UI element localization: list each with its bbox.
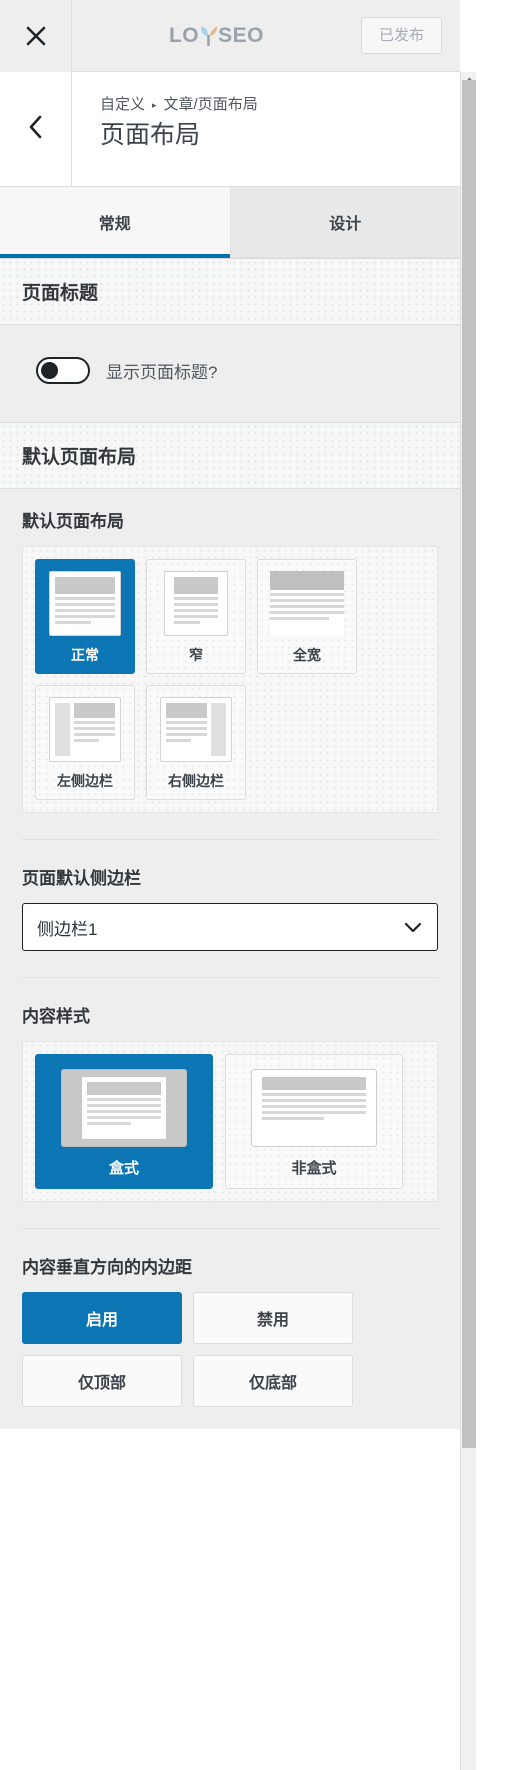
- layout-option-label: 窄: [189, 647, 203, 663]
- layout-thumb-fullwidth: [270, 571, 344, 636]
- tab-general[interactable]: 常规: [0, 187, 230, 258]
- padding-option-top-only[interactable]: 仅顶部: [22, 1355, 182, 1407]
- content-style-option-boxed[interactable]: 盒式: [35, 1054, 213, 1189]
- customizer-panel: LO SEO 已发布 自定义 ▸ 文章/页面布局 页面布局 常规 设计 页面标题…: [0, 0, 520, 1770]
- field-label-content-style: 内容样式: [22, 1007, 90, 1026]
- layout-thumb-right-sidebar: [160, 697, 232, 762]
- content-style-option-group: 盒式 非盒式: [22, 1041, 438, 1202]
- divider: [22, 977, 438, 978]
- layout-option-label: 正常: [71, 647, 99, 663]
- page-sidebar-select-wrap: 侧边栏1: [22, 903, 438, 951]
- page-title: 页面布局: [100, 120, 201, 149]
- logo-text-right: SEO: [218, 24, 264, 47]
- layout-option-label: 左侧边栏: [57, 773, 113, 789]
- toggle-knob: [41, 362, 58, 379]
- divider: [22, 1228, 438, 1229]
- page-sidebar-select[interactable]: 侧边栏1: [22, 903, 438, 951]
- content-style-option-label: 盒式: [108, 1160, 139, 1177]
- breadcrumb-current[interactable]: 文章/页面布局: [164, 94, 258, 117]
- breadcrumb-separator-icon: ▸: [152, 99, 157, 110]
- padding-option-bottom-only[interactable]: 仅底部: [193, 1355, 353, 1407]
- layout-option-fullwidth[interactable]: 全宽: [257, 559, 357, 674]
- logo-y-icon: [199, 23, 218, 49]
- content-style-thumb-boxed: [61, 1069, 187, 1147]
- section-body-page-title: 显示页面标题?: [0, 325, 460, 422]
- layout-option-label: 右侧边栏: [168, 773, 224, 789]
- layout-thumb-narrow: [164, 571, 228, 636]
- section-heading-page-title: 页面标题: [0, 258, 460, 325]
- logo-text-left: LO: [168, 24, 200, 47]
- publish-area: 已发布: [360, 0, 460, 71]
- section-body-default-layout: 默认页面布局 正常 窄 全宽 左侧边栏 右侧边栏 页面默认侧边栏 侧边栏1 内容…: [0, 489, 460, 1429]
- padding-option-enable[interactable]: 启用: [22, 1292, 182, 1344]
- show-page-title-toggle[interactable]: [36, 357, 90, 384]
- breadcrumb-parent[interactable]: 自定义: [100, 94, 145, 117]
- layout-thumb-left-sidebar: [49, 697, 121, 762]
- brand-logo: LO SEO: [72, 0, 361, 71]
- close-button[interactable]: [0, 0, 72, 72]
- back-button[interactable]: [0, 72, 72, 186]
- content-style-option-label: 非盒式: [291, 1160, 337, 1177]
- panel-header: 自定义 ▸ 文章/页面布局 页面布局: [0, 72, 460, 187]
- scrollbar-thumb[interactable]: [462, 80, 476, 1448]
- right-gutter: [476, 0, 520, 1770]
- layout-option-narrow[interactable]: 窄: [146, 559, 246, 674]
- layout-option-left-sidebar[interactable]: 左侧边栏: [35, 685, 135, 800]
- panel-content: LO SEO 已发布 自定义 ▸ 文章/页面布局 页面布局 常规 设计 页面标题…: [0, 0, 460, 1429]
- top-bar: LO SEO 已发布: [0, 0, 460, 72]
- layout-option-group: 正常 窄 全宽 左侧边栏 右侧边栏: [22, 546, 438, 813]
- tab-bar: 常规 设计: [0, 187, 460, 258]
- layout-option-normal[interactable]: 正常: [35, 559, 135, 674]
- panel-titles: 自定义 ▸ 文章/页面布局 页面布局: [72, 72, 460, 186]
- section-heading-default-layout: 默认页面布局: [0, 422, 460, 489]
- layout-option-label: 全宽: [293, 647, 321, 663]
- breadcrumb: 自定义 ▸ 文章/页面布局: [100, 94, 460, 117]
- divider: [22, 839, 438, 840]
- field-label-default-layout: 默认页面布局: [22, 512, 124, 531]
- layout-option-right-sidebar[interactable]: 右侧边栏: [146, 685, 246, 800]
- field-label-content-padding: 内容垂直方向的内边距: [22, 1258, 192, 1277]
- field-label-page-sidebar: 页面默认侧边栏: [22, 869, 141, 888]
- scrollbar-track[interactable]: [460, 72, 476, 1770]
- chevron-left-icon: [26, 114, 46, 145]
- publish-button[interactable]: 已发布: [360, 17, 442, 54]
- close-icon: [24, 24, 48, 48]
- content-padding-option-group: 启用 禁用 仅顶部 仅底部: [22, 1292, 438, 1407]
- padding-option-disable[interactable]: 禁用: [193, 1292, 353, 1344]
- show-page-title-row: 显示页面标题?: [22, 343, 438, 400]
- layout-thumb-normal: [49, 571, 121, 636]
- tab-design[interactable]: 设计: [229, 187, 460, 257]
- content-style-option-unboxed[interactable]: 非盒式: [225, 1054, 403, 1189]
- content-style-thumb-unboxed: [251, 1069, 377, 1147]
- show-page-title-label: 显示页面标题?: [106, 363, 218, 382]
